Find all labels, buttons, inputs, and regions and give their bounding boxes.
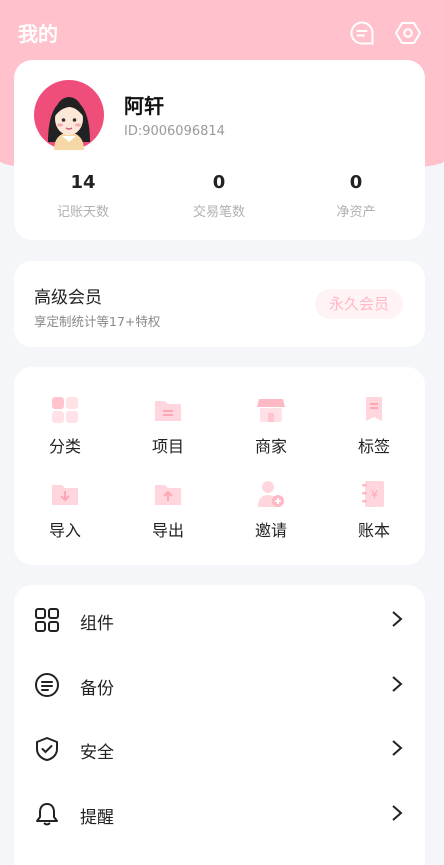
chevron-right-icon xyxy=(392,611,403,627)
feature-grid: 分类 项目 商家 标签 导入 导出 邀请 ¥ 账本 xyxy=(14,367,425,565)
stat-net-assets[interactable]: 0 净资产 xyxy=(296,172,416,220)
stat-label: 净资产 xyxy=(336,205,376,220)
profile-card[interactable]: 阿轩 ID:9006096814 14 记账天数 0 交易笔数 0 净资产 xyxy=(14,60,425,240)
widgets-icon xyxy=(35,608,59,632)
top-bar: 我的 xyxy=(0,0,444,64)
avatar[interactable] xyxy=(34,80,104,150)
membership-subtitle: 享定制统计等17+特权 xyxy=(34,314,161,329)
invite-icon xyxy=(258,481,284,507)
grid-item-label: 导入 xyxy=(48,521,81,540)
grid-item-export[interactable]: 导出 xyxy=(117,479,219,541)
menu-item-label: 组件 xyxy=(80,614,114,634)
import-icon xyxy=(52,485,78,505)
stat-bookkeeping-days[interactable]: 14 记账天数 xyxy=(23,172,143,220)
grid-item-merchant[interactable]: 商家 xyxy=(220,395,322,457)
stat-label: 记账天数 xyxy=(56,205,109,220)
grid-item-project[interactable]: 项目 xyxy=(117,395,219,457)
settings-icon[interactable] xyxy=(395,20,421,46)
shield-icon xyxy=(36,737,58,761)
menu-item-reminder[interactable]: 提醒 xyxy=(14,781,425,845)
stat-value: 0 xyxy=(212,172,226,193)
grid-item-import[interactable]: 导入 xyxy=(14,479,116,541)
menu-item-backup[interactable]: 备份 xyxy=(14,652,425,716)
message-icon[interactable] xyxy=(349,20,375,46)
grid-item-label: 标签 xyxy=(357,437,390,456)
grid-item-label: 邀请 xyxy=(254,521,287,540)
membership-card[interactable]: 高级会员 享定制统计等17+特权 永久会员 xyxy=(14,261,425,347)
tag-icon xyxy=(366,397,382,421)
store-icon xyxy=(257,399,285,422)
grid-item-label: 项目 xyxy=(151,437,184,456)
export-icon xyxy=(155,485,181,505)
category-icon xyxy=(52,397,78,423)
grid-item-label: 商家 xyxy=(254,437,287,456)
menu-item-label: 备份 xyxy=(80,679,114,699)
stat-value: 14 xyxy=(70,172,96,193)
chevron-right-icon xyxy=(392,676,403,692)
grid-item-invite[interactable]: 邀请 xyxy=(220,479,322,541)
grid-item-label: 导出 xyxy=(151,521,184,540)
chevron-right-icon xyxy=(392,740,403,756)
user-name: 阿轩 xyxy=(124,94,164,118)
menu-item-widgets[interactable]: 组件 xyxy=(14,587,425,651)
grid-item-ledger[interactable]: ¥ 账本 xyxy=(323,479,425,541)
backup-icon xyxy=(35,673,59,697)
menu-item-security[interactable]: 安全 xyxy=(14,716,425,780)
stat-transaction-count[interactable]: 0 交易笔数 xyxy=(159,172,279,220)
stat-value: 0 xyxy=(349,172,363,193)
svg-text:¥: ¥ xyxy=(371,488,378,501)
page-title: 我的 xyxy=(18,22,58,46)
settings-menu: 组件 备份 安全 提醒 xyxy=(14,585,425,865)
grid-item-label: 分类 xyxy=(48,437,81,456)
membership-badge[interactable]: 永久会员 xyxy=(314,289,403,319)
bell-icon xyxy=(36,803,58,826)
grid-item-category[interactable]: 分类 xyxy=(14,395,116,457)
menu-item-label: 提醒 xyxy=(80,808,114,828)
menu-item-label: 安全 xyxy=(80,743,114,763)
grid-item-label: 账本 xyxy=(357,521,390,540)
stat-label: 交易笔数 xyxy=(192,205,245,220)
project-folder-icon xyxy=(155,401,181,421)
chevron-right-icon xyxy=(392,805,403,821)
grid-item-tag[interactable]: 标签 xyxy=(323,395,425,457)
user-id: ID:9006096814 xyxy=(124,124,225,139)
ledger-icon: ¥ xyxy=(362,481,384,507)
membership-title: 高级会员 xyxy=(34,288,102,308)
